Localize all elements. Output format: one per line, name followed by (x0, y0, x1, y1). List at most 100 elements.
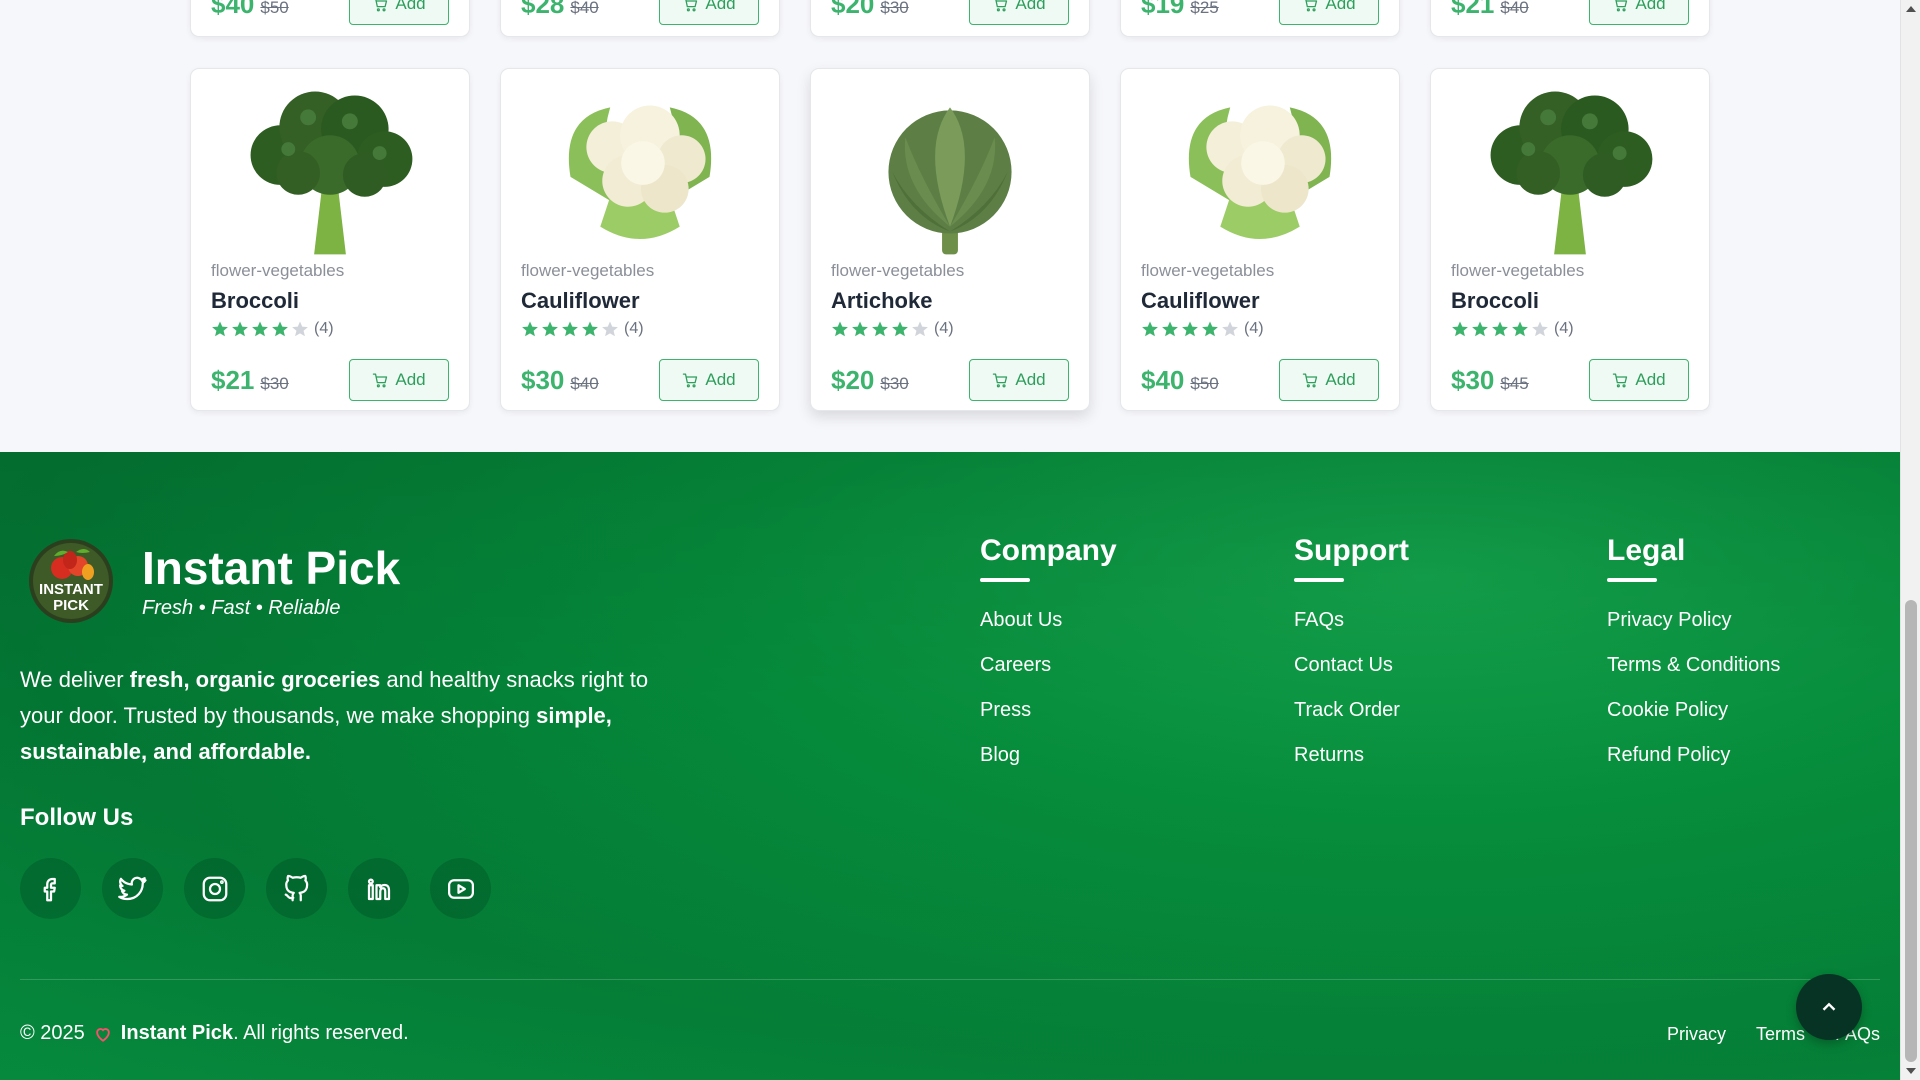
add-to-cart-button[interactable]: Add (1279, 359, 1379, 401)
star-icon (1492, 321, 1508, 337)
add-to-cart-button[interactable]: Add (349, 0, 449, 25)
product-name[interactable]: Broccoli (1451, 288, 1539, 314)
back-to-top-button[interactable] (1796, 974, 1862, 1040)
product-image[interactable] (501, 77, 779, 257)
product-card[interactable]: $40 $50 Add (190, 0, 470, 37)
twitter-link[interactable] (102, 858, 163, 919)
footer-link-press[interactable]: Press (980, 696, 1117, 724)
scroll-down-arrow[interactable] (1906, 1068, 1916, 1074)
product-rating: (4) (1141, 320, 1264, 338)
product-card[interactable]: $19 $25 Add (1120, 0, 1400, 37)
cart-icon (1613, 372, 1628, 387)
chevron-up-icon (1822, 1002, 1836, 1011)
product-image[interactable] (1431, 77, 1709, 257)
product-card[interactable]: $20 $30 Add (810, 0, 1090, 37)
star-icon (1452, 321, 1468, 337)
star-icon (852, 321, 868, 337)
footer-link-terms-conditions[interactable]: Terms & Conditions (1607, 651, 1780, 679)
price-row: $30 $45 Add (1451, 359, 1689, 401)
add-button-label: Add (1635, 0, 1666, 13)
footer-link-returns[interactable]: Returns (1294, 741, 1409, 769)
scroll-thumb[interactable] (1905, 600, 1917, 1062)
product-card[interactable]: flower-vegetables Artichoke (4) $20 $30 Add (810, 68, 1090, 411)
add-button-label: Add (705, 0, 736, 13)
product-card[interactable]: flower-vegetables Broccoli (4) $21 $30 Add (190, 68, 470, 411)
price-original: $25 (1190, 0, 1219, 17)
footer-link-blog[interactable]: Blog (980, 741, 1117, 769)
artichoke-image (888, 107, 1012, 255)
star-icon (582, 321, 598, 337)
brand-name: Instant Pick (142, 541, 401, 594)
star-icon (562, 321, 578, 337)
product-card[interactable]: flower-vegetables Cauliflower (4) $30 $40 Add (500, 68, 780, 411)
star-icon (1162, 321, 1178, 337)
add-button-label: Add (1325, 0, 1356, 13)
add-to-cart-button[interactable]: Add (1589, 0, 1689, 25)
footer-link-about-us[interactable]: About Us (980, 606, 1117, 634)
page-scrollbar[interactable] (1900, 0, 1920, 1080)
price-original: $40 (570, 0, 599, 17)
instagram-link[interactable] (184, 858, 245, 919)
add-to-cart-button[interactable]: Add (659, 0, 759, 25)
product-rating: (4) (521, 320, 644, 338)
add-to-cart-button[interactable]: Add (969, 0, 1069, 25)
price-row: $40 $50 Add (211, 0, 449, 25)
product-image[interactable] (1121, 77, 1399, 257)
broccoli-image (1490, 91, 1653, 255)
star-icon (272, 321, 288, 337)
github-icon (284, 874, 308, 901)
footer-link-track-order[interactable]: Track Order (1294, 696, 1409, 724)
product-name[interactable]: Cauliflower (1141, 288, 1260, 314)
product-card[interactable]: $28 $40 Add (500, 0, 780, 37)
cart-icon (373, 372, 388, 387)
add-to-cart-button[interactable]: Add (1589, 359, 1689, 401)
star-icon (912, 321, 928, 337)
add-to-cart-button[interactable]: Add (1279, 0, 1379, 25)
star-icon (232, 321, 248, 337)
linkedin-link[interactable] (348, 858, 409, 919)
footer-link-faqs[interactable]: FAQs (1294, 606, 1409, 634)
price-row: $28 $40 Add (521, 0, 759, 25)
star-icon (1142, 321, 1158, 337)
product-image[interactable] (191, 77, 469, 257)
cauliflower-image (568, 105, 712, 239)
add-button-label: Add (1015, 0, 1046, 13)
add-to-cart-button[interactable]: Add (349, 359, 449, 401)
price-row: $30 $40 Add (521, 359, 759, 401)
product-name[interactable]: Artichoke (831, 288, 932, 314)
scroll-up-arrow[interactable] (1906, 6, 1916, 12)
price: $40 $50 (211, 0, 289, 20)
bottom-link-terms[interactable]: Terms (1756, 1024, 1805, 1045)
footer-link-cookie-policy[interactable]: Cookie Policy (1607, 696, 1780, 724)
add-button-label: Add (395, 0, 426, 13)
copyright-brand: Instant Pick (120, 1022, 234, 1044)
add-to-cart-button[interactable]: Add (969, 359, 1069, 401)
youtube-link[interactable] (430, 858, 491, 919)
footer-link-refund-policy[interactable]: Refund Policy (1607, 741, 1780, 769)
price-row: $20 $30 Add (831, 359, 1069, 401)
bottom-link-privacy[interactable]: Privacy (1667, 1024, 1726, 1045)
footer-column-company: Company About Us Careers Press Blog (980, 534, 1117, 769)
product-name[interactable]: Broccoli (211, 288, 299, 314)
product-image[interactable] (811, 77, 1089, 257)
product-card[interactable]: flower-vegetables Cauliflower (4) $40 $50 Add (1120, 68, 1400, 411)
svg-text:INSTANT: INSTANT (39, 581, 103, 598)
product-rating: (4) (831, 320, 954, 338)
product-card[interactable]: flower-vegetables Broccoli (4) $30 $45 Add (1430, 68, 1710, 411)
product-name[interactable]: Cauliflower (521, 288, 640, 314)
cart-icon (375, 0, 388, 11)
copyright-suffix: . All rights reserved. (233, 1022, 409, 1044)
rating-count: (4) (1554, 320, 1574, 337)
product-card[interactable]: $21 $40 Add (1430, 0, 1710, 37)
price-current: $40 (211, 0, 255, 19)
footer-link-careers[interactable]: Careers (980, 651, 1117, 679)
star-icon (522, 321, 538, 337)
github-link[interactable] (266, 858, 327, 919)
broccoli-image (250, 91, 413, 255)
star-icon (1512, 321, 1528, 337)
add-to-cart-button[interactable]: Add (659, 359, 759, 401)
footer-link-privacy-policy[interactable]: Privacy Policy (1607, 606, 1780, 634)
footer-link-contact-us[interactable]: Contact Us (1294, 651, 1409, 679)
instagram-icon (202, 876, 227, 901)
facebook-link[interactable] (20, 858, 81, 919)
